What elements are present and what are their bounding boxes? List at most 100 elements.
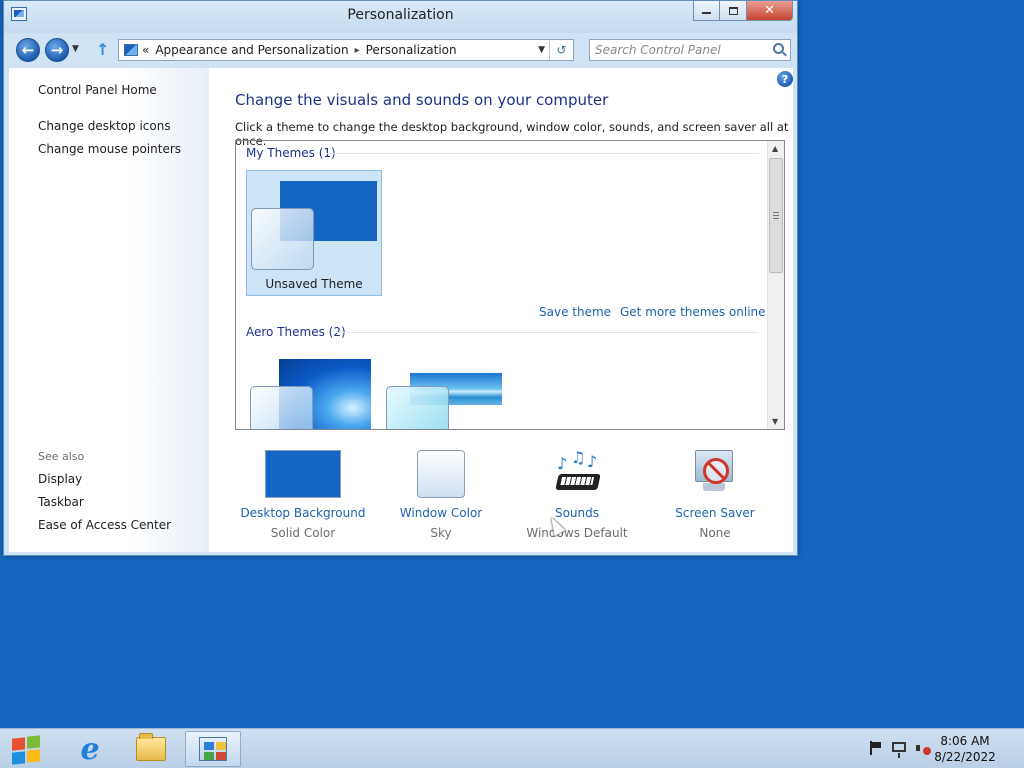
windows-logo-icon: [12, 751, 25, 765]
forward-button[interactable]: →: [45, 38, 69, 62]
chevron-down-icon: ▼: [72, 44, 79, 54]
control-panel-small-icon: [124, 44, 138, 56]
setting-value: Windows Default: [526, 526, 628, 540]
music-note-icon: ♪: [557, 454, 568, 473]
scroll-up-icon[interactable]: ▲: [772, 144, 778, 153]
music-note-icon: ♫: [571, 448, 586, 467]
prohibited-icon: [703, 458, 729, 484]
aero-themes-heading: Aero Themes (2): [246, 325, 346, 339]
scroll-thumb[interactable]: [769, 158, 783, 273]
setting-value: None: [699, 526, 731, 540]
content-area: Control Panel Home Change desktop icons …: [9, 68, 793, 552]
recent-pages-dropdown[interactable]: ▼: [72, 44, 79, 54]
back-arrow-icon: ←: [21, 41, 35, 59]
windows-logo-icon: [27, 735, 40, 749]
see-also-heading: See also: [38, 450, 85, 463]
up-button[interactable]: ↑: [96, 40, 109, 59]
taskbar-internet-explorer[interactable]: e: [62, 731, 118, 767]
forward-arrow-icon: →: [50, 41, 64, 59]
setting-label[interactable]: Screen Saver: [645, 506, 785, 520]
internet-explorer-icon: e: [80, 731, 100, 767]
monitor-stand-icon: [703, 483, 725, 491]
theme-window-preview: [251, 208, 314, 270]
refresh-icon: ↺: [556, 43, 567, 57]
main-panel: ? Change the visuals and sounds on your …: [209, 68, 793, 552]
theme-window-preview: [386, 386, 449, 429]
task-pane: Control Panel Home Change desktop icons …: [9, 68, 209, 552]
keyboard-icon: [555, 474, 601, 490]
sounds-icon: ♪ ♫ ♪: [551, 448, 603, 500]
theme-tile-windows[interactable]: [246, 359, 372, 429]
taskbar-control-panel[interactable]: [185, 731, 241, 767]
maximize-icon: [728, 6, 738, 15]
setting-label[interactable]: Sounds: [507, 506, 647, 520]
minimize-icon: [702, 12, 711, 14]
window-title: Personalization: [347, 7, 454, 23]
taskbar: e 8:06 AM 8/22/2022: [0, 728, 1024, 768]
setting-value: Sky: [430, 526, 452, 540]
start-button[interactable]: [10, 735, 42, 765]
setting-label[interactable]: Window Color: [371, 506, 511, 520]
back-button[interactable]: ←: [16, 38, 40, 62]
taskbar-link[interactable]: Taskbar: [38, 495, 84, 509]
theme-settings-bar: Desktop Background Solid Color Window Co…: [235, 448, 785, 548]
refresh-button[interactable]: ↺: [549, 40, 573, 60]
action-center-flag-icon[interactable]: [868, 741, 882, 755]
help-icon[interactable]: ?: [777, 71, 793, 87]
navigation-bar: ← → ▼ ↑ « Appearance and Personalization…: [4, 33, 797, 67]
themes-scrollbar[interactable]: ▲ ▼: [767, 141, 784, 429]
setting-value: Solid Color: [270, 526, 336, 540]
network-icon[interactable]: [892, 742, 906, 758]
breadcrumb-separator-icon[interactable]: ▸: [355, 45, 360, 56]
close-button[interactable]: ✕: [747, 1, 793, 21]
change-desktop-icons-link[interactable]: Change desktop icons: [38, 119, 171, 133]
save-theme-link[interactable]: Save theme: [539, 305, 611, 319]
clock-date: 8/22/2022: [934, 750, 996, 764]
display-link[interactable]: Display: [38, 472, 82, 486]
control-panel-home-link[interactable]: Control Panel Home: [38, 83, 157, 97]
address-bar[interactable]: « Appearance and Personalization ▸ Perso…: [118, 39, 574, 61]
breadcrumb-personalization[interactable]: Personalization: [366, 43, 457, 57]
volume-muted-icon[interactable]: [916, 741, 931, 755]
screen-saver-icon: [693, 450, 739, 496]
file-explorer-icon: [136, 733, 166, 761]
ease-of-access-link[interactable]: Ease of Access Center: [38, 518, 171, 532]
desktop-background-setting[interactable]: Desktop Background Solid Color: [233, 448, 373, 540]
group-divider: [336, 332, 758, 333]
search-input[interactable]: [590, 40, 760, 60]
desktop-background-icon: [265, 450, 341, 498]
theme-tile-unsaved[interactable]: Unsaved Theme: [246, 170, 382, 296]
themes-list[interactable]: My Themes (1) Unsaved Theme Save theme G…: [235, 140, 785, 430]
search-box[interactable]: [589, 39, 791, 61]
address-dropdown-icon[interactable]: ▼: [538, 45, 545, 55]
music-note-icon: ♪: [587, 452, 598, 471]
minimize-button[interactable]: [693, 1, 720, 21]
windows-logo-icon: [27, 749, 40, 763]
window-color-setting[interactable]: Window Color Sky: [371, 448, 511, 540]
change-mouse-pointers-link[interactable]: Change mouse pointers: [38, 142, 181, 156]
breadcrumb-overflow[interactable]: «: [142, 43, 149, 57]
get-more-themes-link[interactable]: Get more themes online: [620, 305, 766, 319]
window-color-icon: [417, 450, 465, 498]
theme-window-preview: [250, 386, 313, 429]
group-divider: [326, 153, 758, 154]
control-panel-icon: [199, 737, 227, 761]
title-bar[interactable]: Personalization ✕: [4, 1, 797, 33]
maximize-button[interactable]: [720, 1, 747, 21]
clock[interactable]: 8:06 AM 8/22/2022: [930, 733, 1000, 765]
screen-saver-setting[interactable]: Screen Saver None: [645, 448, 785, 540]
sounds-setting[interactable]: ♪ ♫ ♪ Sounds Windows Default: [507, 448, 647, 540]
windows-logo-icon: [12, 737, 25, 751]
search-icon[interactable]: [773, 43, 784, 54]
window-controls: ✕: [693, 1, 793, 21]
up-arrow-icon: ↑: [96, 40, 110, 59]
theme-tile-earth[interactable]: [382, 359, 508, 429]
taskbar-file-explorer[interactable]: [123, 731, 179, 767]
scroll-down-icon[interactable]: ▼: [772, 417, 778, 426]
scroll-grip-icon: [773, 212, 779, 219]
breadcrumb-appearance[interactable]: Appearance and Personalization: [155, 43, 348, 57]
setting-label[interactable]: Desktop Background: [233, 506, 373, 520]
clock-time: 8:06 AM: [940, 734, 990, 748]
personalization-window: Personalization ✕ ← → ▼ ↑ « Appearance a…: [3, 0, 798, 556]
page-title: Change the visuals and sounds on your co…: [235, 91, 609, 109]
